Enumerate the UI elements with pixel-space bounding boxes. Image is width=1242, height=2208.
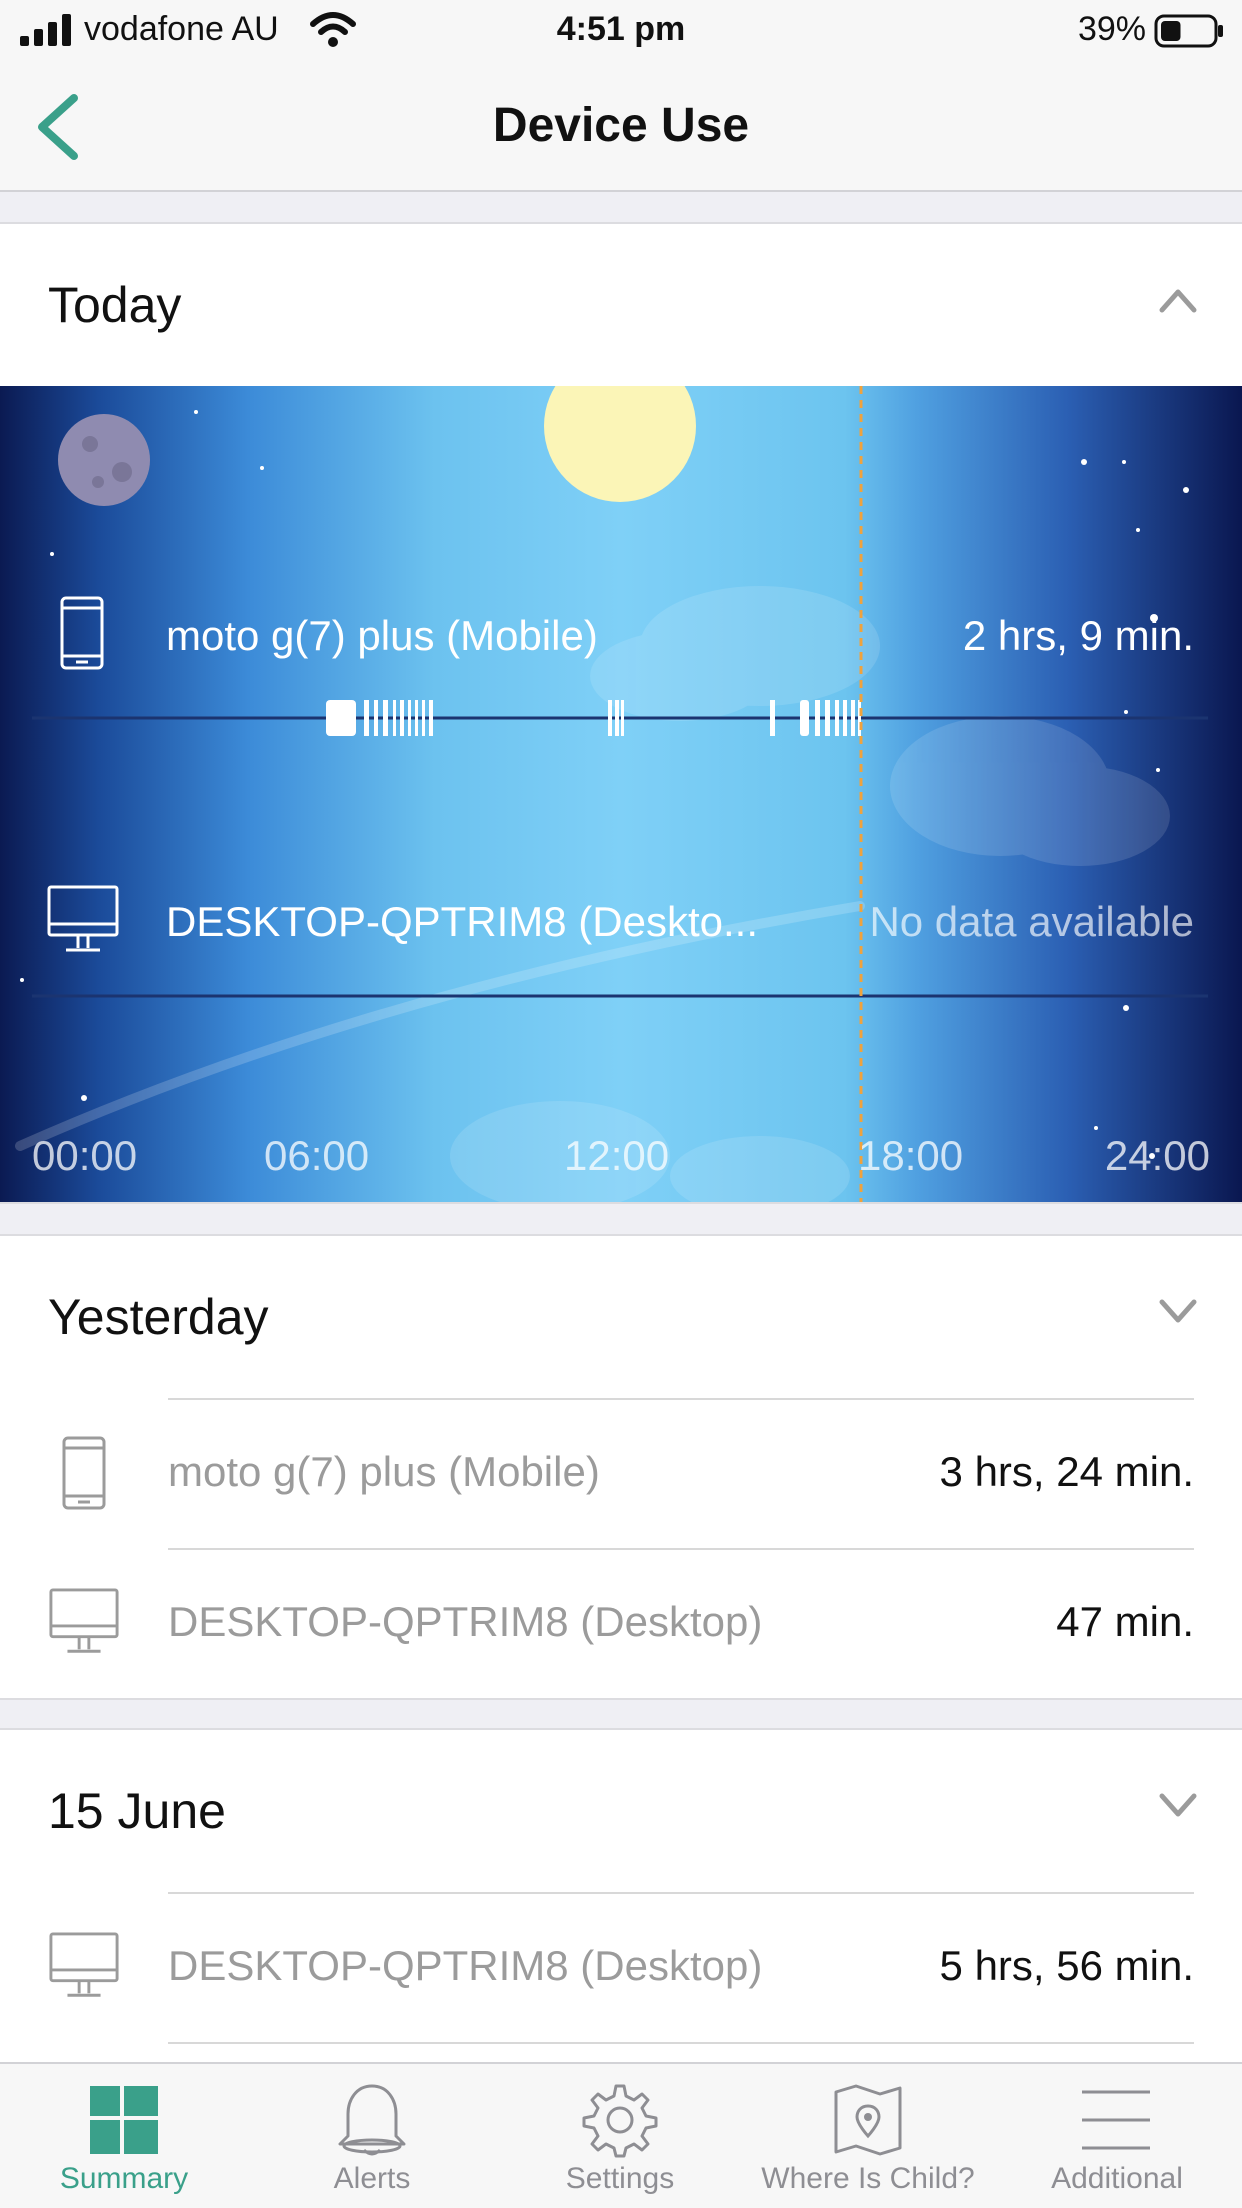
tab-label: Additional (1051, 2162, 1183, 2195)
time-axis-label: 24:00 (1104, 1132, 1210, 1179)
time-axis-label: 06:00 (264, 1132, 370, 1179)
tab-settings[interactable]: Settings (496, 2064, 744, 2208)
usage-timeline: moto g(7) plus (Mobile) 2 hrs, 9 min. DE… (0, 386, 1242, 1202)
divider (168, 1398, 1194, 1400)
device-name: moto g(7) plus (Mobile) (168, 1448, 600, 1495)
list-item[interactable]: DESKTOP-QPTRIM8 (Desktop) 47 min. (0, 1548, 1242, 1698)
device-name: DESKTOP-QPTRIM8 (Desktop) (168, 1598, 763, 1645)
divider (168, 2042, 1194, 2044)
summary-icon (90, 2086, 158, 2154)
battery-icon (1154, 14, 1223, 48)
today-device-name-mobile: moto g(7) plus (Mobile) (166, 612, 598, 659)
menu-icon (1082, 2090, 1150, 2150)
tab-label: Alerts (333, 2162, 411, 2195)
chevron-down-icon[interactable] (1158, 1792, 1198, 1820)
mobile-icon (60, 596, 104, 670)
moon-icon (58, 414, 150, 506)
device-usage: 47 min. (1056, 1598, 1194, 1645)
list-item[interactable]: moto g(7) plus (Mobile) 3 hrs, 24 min. (0, 1398, 1242, 1548)
section-title-today: Today (48, 277, 182, 333)
chevron-down-icon[interactable] (1158, 1298, 1198, 1326)
desktop-icon (47, 885, 119, 952)
device-name: DESKTOP-QPTRIM8 (Desktop) (168, 1942, 763, 1989)
today-card: Today moto g(7) plus (Mobile) 2 hrs, 9 m… (0, 222, 1242, 1204)
app-root: vodafone AU 4:51 pm 39% Device Use Today (0, 0, 1242, 2208)
device-usage: 5 hrs, 56 min. (939, 1942, 1194, 1989)
mobile-icon (62, 1436, 106, 1510)
tab-alerts[interactable]: Alerts (248, 2064, 496, 2208)
page-title: Device Use (492, 99, 750, 152)
tab-bar: Summary Alerts Settings Where Is Child? … (0, 2062, 1242, 2208)
navigation-bar: Device Use (0, 62, 1242, 192)
today-device-name-desktop: DESKTOP-QPTRIM8 (Deskto... (166, 898, 758, 945)
section-title-15-june: 15 June (48, 1783, 226, 1839)
desktop-icon (49, 1588, 119, 1653)
time-axis-label: 18:00 (858, 1132, 964, 1179)
tab-where-is-child[interactable]: Where Is Child? (744, 2064, 992, 2208)
tab-summary[interactable]: Summary (0, 2064, 248, 2208)
time-axis-label: 12:00 (564, 1132, 670, 1179)
yesterday-header[interactable]: Yesterday (0, 1236, 1242, 1398)
battery-percent: 39% (1077, 10, 1146, 48)
date-header-15-june[interactable]: 15 June (0, 1730, 1242, 1892)
tab-label: Settings (565, 2162, 675, 2195)
divider (168, 1892, 1194, 1894)
today-device-usage-mobile: 2 hrs, 9 min. (962, 612, 1194, 659)
device-usage: 3 hrs, 24 min. (939, 1448, 1194, 1495)
tab-label: Summary (59, 2162, 189, 2195)
sun-icon (544, 386, 696, 502)
map-pin-icon (834, 2084, 902, 2156)
tab-label: Where Is Child? (761, 2162, 975, 2195)
divider (168, 1548, 1194, 1550)
bell-icon (338, 2084, 406, 2156)
today-header[interactable]: Today (0, 224, 1242, 386)
today-device-usage-desktop: No data available (869, 898, 1194, 945)
clock: 4:51 pm (556, 10, 686, 48)
date-card-15-june: 15 June DESKTOP-QPTRIM8 (Desktop) 5 hrs,… (0, 1728, 1242, 2068)
timeline-graphic (15, 386, 1208, 1202)
list-item[interactable]: DESKTOP-QPTRIM8 (Desktop) 5 hrs, 56 min. (0, 1892, 1242, 2042)
yesterday-card: Yesterday moto g(7) plus (Mobile) 3 hrs,… (0, 1234, 1242, 1700)
clouds-decoration (450, 586, 1170, 1202)
status-bar: vodafone AU 4:51 pm 39% (0, 0, 1242, 62)
tab-additional[interactable]: Additional (992, 2064, 1242, 2208)
time-axis-label: 00:00 (32, 1132, 138, 1179)
gear-icon (582, 2084, 658, 2158)
desktop-icon (49, 1932, 119, 1997)
chevron-up-icon[interactable] (1158, 286, 1198, 314)
section-title-yesterday: Yesterday (48, 1289, 269, 1345)
